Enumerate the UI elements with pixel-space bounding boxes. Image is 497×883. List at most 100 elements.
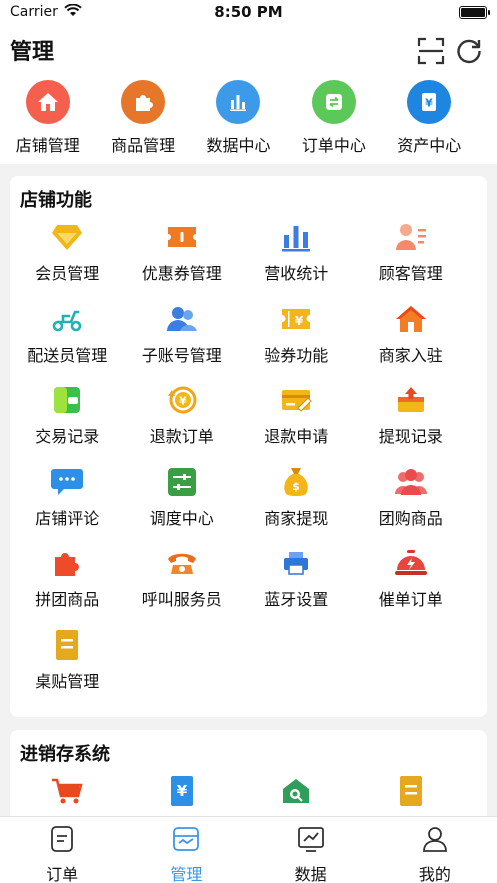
tab-bar: 订单 管理 数据 我的: [0, 816, 497, 883]
grid-item-bluetooth-settings[interactable]: 蓝牙设置: [239, 546, 354, 628]
users-icon: [165, 302, 199, 336]
quick-link-assets[interactable]: ¥ 资产中心: [382, 80, 477, 156]
grid-item-customers[interactable]: 顾客管理: [354, 220, 469, 302]
withdraw-icon: [394, 383, 428, 417]
scooter-icon: [50, 302, 84, 336]
page-title: 管理: [10, 40, 55, 65]
quick-link-label: 店铺管理: [15, 136, 80, 155]
yen-receipt-icon: ¥: [165, 774, 199, 808]
tab-manage[interactable]: 管理: [124, 817, 248, 883]
grid-item-label: 商家入驻: [378, 345, 443, 365]
scan-icon[interactable]: [416, 36, 446, 66]
data-icon: [297, 825, 325, 857]
grid-item-member[interactable]: 会员管理: [10, 220, 125, 302]
grid-item-label: 蓝牙设置: [264, 590, 329, 610]
diamond-icon: [50, 220, 84, 254]
grid-item-label: 桌贴管理: [35, 671, 100, 691]
tab-label: 数据: [294, 865, 327, 883]
grid-item-label: 退款申请: [264, 427, 329, 447]
customer-list-icon: [394, 220, 428, 254]
grid-item-transactions[interactable]: 交易记录: [10, 383, 125, 465]
tab-orders[interactable]: 订单: [0, 817, 124, 883]
svg-text:¥: ¥: [425, 97, 433, 110]
tab-profile[interactable]: 我的: [373, 817, 497, 883]
grid-item-sub-accounts[interactable]: 子账号管理: [125, 302, 240, 384]
grid-item-dispatch-center[interactable]: 调度中心: [125, 465, 240, 547]
grid-item-label: 优惠券管理: [141, 264, 222, 283]
grid-item-label: 营收统计: [264, 264, 329, 283]
grid-item-refund-requests[interactable]: 退款申请: [239, 383, 354, 465]
grid-item-urge-orders[interactable]: 催单订单: [354, 546, 469, 628]
group-icon: [394, 465, 428, 499]
card-edit-icon: [279, 383, 313, 417]
grid-item-merchant-join[interactable]: 商家入驻: [354, 302, 469, 384]
puzzle-icon: [50, 546, 84, 580]
grid-item-store-reviews[interactable]: 店铺评论: [10, 465, 125, 547]
grid-item-label: 催单订单: [378, 590, 443, 610]
grid-item-label: 配送员管理: [27, 345, 108, 365]
exchange-icon: [311, 80, 356, 124]
grid-item-verify-coupon[interactable]: ¥ 验券功能: [239, 302, 354, 384]
puzzle-icon: [121, 80, 166, 124]
grid-item-label: 店铺评论: [35, 508, 100, 528]
wallet-icon: [50, 383, 84, 417]
grid-item-withdraw-records[interactable]: 提现记录: [354, 383, 469, 465]
grid-item-table-stickers[interactable]: 桌贴管理: [10, 628, 125, 710]
tab-label: 订单: [46, 865, 79, 883]
grid-item-refund-orders[interactable]: ¥ 退款订单: [125, 383, 240, 465]
grid-item-group-buy[interactable]: 团购商品: [354, 465, 469, 547]
grid-item-team-buy[interactable]: 拼团商品: [10, 546, 125, 628]
phone-icon: [165, 546, 199, 580]
svg-text:$: $: [292, 480, 300, 493]
yen-refund-icon: ¥: [165, 383, 199, 417]
note-icon: [394, 774, 428, 808]
quick-links: 店铺管理 商品管理 数据中心 订单中心 ¥ 资产中心: [0, 80, 497, 156]
cart-icon: [50, 774, 84, 808]
grid-item-call-waiter[interactable]: 呼叫服务员: [125, 546, 240, 628]
grid-item-label: 团购商品: [378, 508, 443, 528]
section-title: 进销存系统: [20, 744, 110, 765]
store-functions-grid: 会员管理 优惠券管理 营收统计 顾客管理 配送员管理 子账号管理 ¥ 验券功能 …: [10, 220, 487, 710]
grid-item-label: 子账号管理: [141, 345, 222, 365]
order-icon: [49, 825, 75, 857]
svg-text:¥: ¥: [179, 395, 187, 408]
grid-item-label: 提现记录: [378, 427, 443, 447]
grid-item-label: 会员管理: [35, 264, 100, 283]
tab-label: 我的: [418, 865, 451, 883]
grid-item-coupon[interactable]: 优惠券管理: [125, 220, 240, 302]
profile-icon: [421, 825, 449, 857]
ticket-yen-icon: ¥: [279, 302, 313, 336]
store-functions-card: 店铺功能 会员管理 优惠券管理 营收统计 顾客管理 配送员管理 子账号管理 ¥ …: [10, 176, 487, 717]
refresh-icon[interactable]: [454, 36, 484, 66]
grid-item-label: 顾客管理: [378, 264, 443, 283]
grid-item-label: 呼叫服务员: [141, 590, 222, 610]
quick-link-orders[interactable]: 订单中心: [286, 80, 381, 156]
yen-document-icon: ¥: [407, 80, 452, 124]
section-title: 店铺功能: [20, 190, 92, 211]
quick-link-products[interactable]: 商品管理: [95, 80, 190, 156]
grid-item-courier[interactable]: 配送员管理: [10, 302, 125, 384]
chat-bubble-icon: [50, 465, 84, 499]
printer-icon: [279, 546, 313, 580]
grid-item-label: 商家提现: [264, 508, 329, 528]
quick-link-label: 资产中心: [397, 136, 462, 155]
store-search-icon: [279, 774, 313, 808]
quick-link-store[interactable]: 店铺管理: [0, 80, 95, 156]
bar-chart-icon: [279, 220, 313, 254]
grid-item-label: 退款订单: [149, 427, 214, 447]
tab-data[interactable]: 数据: [249, 817, 373, 883]
status-bar: Carrier 8:50 PM: [0, 0, 497, 24]
grid-item-label: 拼团商品: [35, 590, 100, 610]
svg-text:¥: ¥: [295, 314, 304, 328]
coupon-icon: [165, 220, 199, 254]
sliders-icon: [165, 465, 199, 499]
header: 管理 店铺管理 商品管理 数据中心 订单中心 ¥ 资产中心: [0, 24, 497, 164]
house-icon: [25, 80, 70, 124]
grid-item-label: 交易记录: [35, 427, 100, 447]
quick-link-data-center[interactable]: 数据中心: [191, 80, 286, 156]
manage-icon: [172, 825, 200, 857]
svg-text:¥: ¥: [177, 782, 188, 800]
grid-item-label: 验券功能: [264, 345, 329, 365]
grid-item-revenue[interactable]: 营收统计: [239, 220, 354, 302]
grid-item-merchant-withdraw[interactable]: $ 商家提现: [239, 465, 354, 547]
